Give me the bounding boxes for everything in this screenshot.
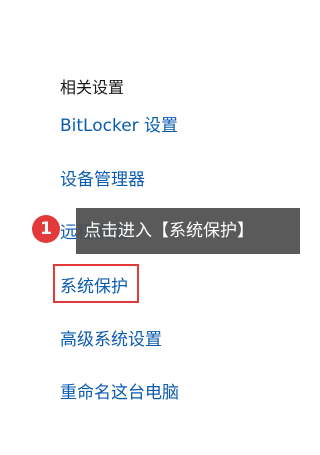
bitlocker-settings-link[interactable]: BitLocker 设置 [60,114,178,138]
annotation-tooltip: 点击进入【系统保护】 [76,208,300,254]
highlight-box [53,264,139,303]
device-manager-link[interactable]: 设备管理器 [60,168,145,192]
rename-this-pc-link[interactable]: 重命名这台电脑 [60,381,179,405]
step-number-badge: 1 [32,215,60,243]
related-settings-heading: 相关设置 [60,78,125,97]
advanced-system-settings-link[interactable]: 高级系统设置 [60,328,162,352]
